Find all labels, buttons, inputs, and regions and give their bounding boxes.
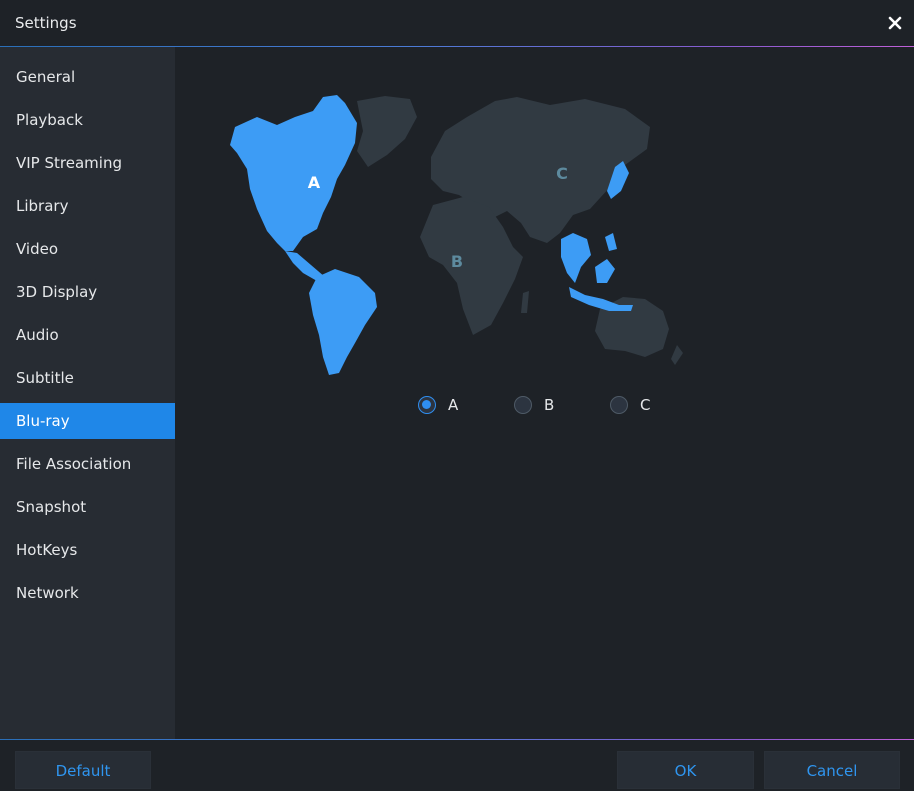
map-label-region-a: A <box>308 173 321 192</box>
radio-circle <box>514 396 532 414</box>
map-label-region-c: C <box>556 164 568 183</box>
region-radio-b[interactable]: B <box>514 395 554 415</box>
map-inactive-land <box>357 96 683 365</box>
window-title: Settings <box>15 14 77 32</box>
map-greenland <box>357 96 417 167</box>
map-southeast-asia <box>561 233 591 283</box>
sidebar-item-blu-ray[interactable]: Blu-ray <box>0 403 175 439</box>
dialog-footer: Default OK Cancel <box>0 740 914 791</box>
map-africa <box>420 197 523 335</box>
close-icon[interactable] <box>884 12 906 34</box>
sidebar-item-snapshot[interactable]: Snapshot <box>0 489 175 525</box>
map-madagascar <box>521 291 529 313</box>
radio-circle <box>418 396 436 414</box>
radio-label: B <box>544 396 555 414</box>
sidebar-item-3d-display[interactable]: 3D Display <box>0 274 175 310</box>
default-button[interactable]: Default <box>15 751 151 789</box>
sidebar-item-general[interactable]: General <box>0 59 175 95</box>
blu-ray-settings-panel: A B C A B C <box>175 47 914 739</box>
cancel-button[interactable]: Cancel <box>764 751 900 789</box>
sidebar-item-network[interactable]: Network <box>0 575 175 611</box>
sidebar-item-vip-streaming[interactable]: VIP Streaming <box>0 145 175 181</box>
map-label-region-b: B <box>451 252 463 271</box>
sidebar-item-library[interactable]: Library <box>0 188 175 224</box>
radio-circle <box>610 396 628 414</box>
sidebar-item-hotkeys[interactable]: HotKeys <box>0 532 175 568</box>
map-north-america <box>230 95 357 251</box>
radio-label: C <box>640 396 651 414</box>
radio-label: A <box>448 396 459 414</box>
region-radio-a[interactable]: A <box>418 395 458 415</box>
region-world-map: A B C <box>230 95 683 375</box>
title-bar: Settings <box>0 0 914 46</box>
map-south-america <box>309 269 377 375</box>
map-borneo-philippines <box>595 233 617 283</box>
sidebar-item-subtitle[interactable]: Subtitle <box>0 360 175 396</box>
sidebar-item-file-association[interactable]: File Association <box>0 446 175 482</box>
ok-button[interactable]: OK <box>617 751 754 789</box>
sidebar-item-playback[interactable]: Playback <box>0 102 175 138</box>
settings-sidebar: General Playback VIP Streaming Library V… <box>0 47 175 739</box>
sidebar-item-audio[interactable]: Audio <box>0 317 175 353</box>
region-radio-c[interactable]: C <box>610 395 650 415</box>
sidebar-item-video[interactable]: Video <box>0 231 175 267</box>
map-new-zealand <box>671 345 683 365</box>
